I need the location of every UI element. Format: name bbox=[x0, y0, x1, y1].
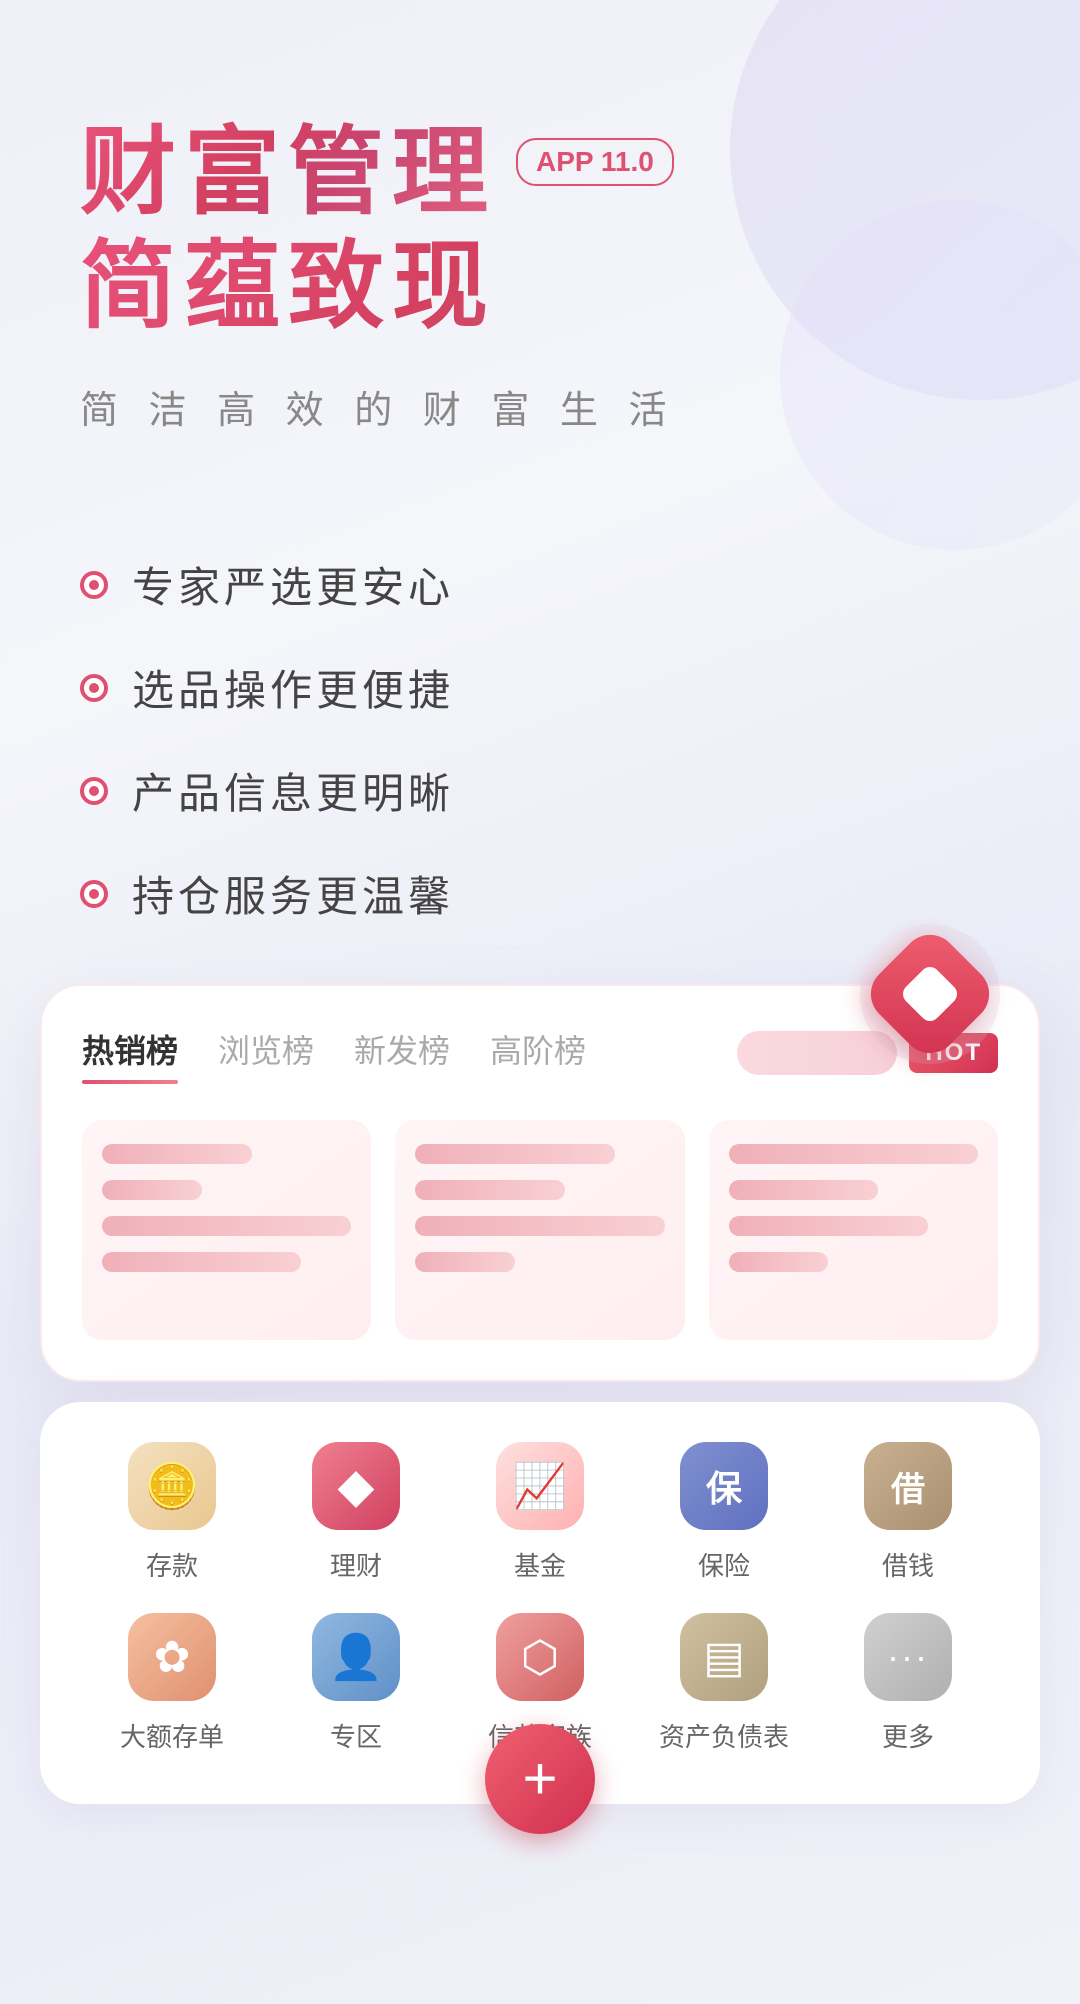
pc-bar-1d bbox=[102, 1252, 301, 1272]
feature-dot-2 bbox=[80, 674, 108, 702]
finance-icon: ◆ bbox=[312, 1442, 400, 1530]
deposit-label: 存款 bbox=[146, 1546, 198, 1583]
features-section: 专家严选更安心 选品操作更便捷 产品信息更明晰 持仓服务更温馨 bbox=[0, 554, 1080, 924]
feature-item-2: 选品操作更便捷 bbox=[80, 657, 1000, 718]
icon-item-loan[interactable]: 借 借钱 bbox=[826, 1442, 990, 1583]
app-version-badge: APP 11.0 bbox=[516, 138, 674, 186]
more-icon: ··· bbox=[864, 1613, 952, 1701]
insurance-icon: 保 bbox=[680, 1442, 768, 1530]
pc-bar-3b bbox=[729, 1180, 879, 1200]
diamond-inner bbox=[899, 963, 961, 1025]
pc-bar-1b bbox=[102, 1180, 202, 1200]
floating-diamond-icon bbox=[860, 924, 1000, 1064]
icon-item-large-deposit[interactable]: ✿ 大额存单 bbox=[90, 1613, 254, 1754]
tagline: 简 洁 高 效 的 财 富 生 活 bbox=[80, 379, 1000, 434]
loan-label: 借钱 bbox=[882, 1546, 934, 1583]
feature-item-1: 专家严选更安心 bbox=[80, 554, 1000, 615]
pc-bar-1a bbox=[102, 1144, 252, 1164]
feature-text-3: 产品信息更明晰 bbox=[132, 760, 454, 821]
feature-dot-4 bbox=[80, 880, 108, 908]
icon-item-finance[interactable]: ◆ 理财 bbox=[274, 1442, 438, 1583]
tab-browse[interactable]: 浏览榜 bbox=[218, 1026, 314, 1080]
search-bar-mock bbox=[737, 1031, 897, 1075]
asset-label: 资产负债表 bbox=[659, 1717, 789, 1754]
loan-icon: 借 bbox=[864, 1442, 952, 1530]
asset-icon: ▤ bbox=[680, 1613, 768, 1701]
tab-new[interactable]: 新发榜 bbox=[354, 1026, 450, 1080]
pc-bar-2d bbox=[415, 1252, 515, 1272]
special-icon: 👤 bbox=[312, 1613, 400, 1701]
tab-hot-sales[interactable]: 热销榜 bbox=[82, 1026, 178, 1080]
large-deposit-icon: ✿ bbox=[128, 1613, 216, 1701]
product-card-1[interactable] bbox=[82, 1120, 371, 1340]
product-card-2[interactable] bbox=[395, 1120, 684, 1340]
main-title-line1: 财富管理 bbox=[80, 120, 496, 226]
tabs-row: 热销榜 浏览榜 新发榜 高阶榜 HOT bbox=[82, 1026, 998, 1080]
deposit-icon: 🪙 bbox=[128, 1442, 216, 1530]
bottom-icons-card: 🪙 存款 ◆ 理财 📈 基金 保 保险 bbox=[40, 1402, 1040, 1804]
icon-item-more[interactable]: ··· 更多 bbox=[826, 1613, 990, 1754]
mockup-section: 热销榜 浏览榜 新发榜 高阶榜 HOT bbox=[0, 984, 1080, 1804]
feature-dot-1 bbox=[80, 571, 108, 599]
feature-item-4: 持仓服务更温馨 bbox=[80, 863, 1000, 924]
more-label: 更多 bbox=[882, 1717, 934, 1754]
tab-advanced[interactable]: 高阶榜 bbox=[490, 1026, 586, 1080]
feature-dot-3 bbox=[80, 777, 108, 805]
fund-icon: 📈 bbox=[496, 1442, 584, 1530]
products-grid bbox=[82, 1120, 998, 1340]
icons-grid: 🪙 存款 ◆ 理财 📈 基金 保 保险 bbox=[90, 1442, 990, 1754]
feature-item-3: 产品信息更明晰 bbox=[80, 760, 1000, 821]
icon-item-special[interactable]: 👤 专区 bbox=[274, 1613, 438, 1754]
product-card-3[interactable] bbox=[709, 1120, 998, 1340]
special-label: 专区 bbox=[330, 1717, 382, 1754]
floating-add-button[interactable]: + bbox=[485, 1724, 595, 1834]
large-deposit-label: 大额存单 bbox=[120, 1717, 224, 1754]
fund-label: 基金 bbox=[514, 1546, 566, 1583]
feature-text-4: 持仓服务更温馨 bbox=[132, 863, 454, 924]
pc-bar-3c bbox=[729, 1216, 928, 1236]
feature-text-2: 选品操作更便捷 bbox=[132, 657, 454, 718]
feature-text-1: 专家严选更安心 bbox=[132, 554, 454, 615]
pc-bar-3a bbox=[729, 1144, 978, 1164]
pc-bar-3d bbox=[729, 1252, 829, 1272]
hero-section: 财富管理 APP 11.0 简蕴致现 简 洁 高 效 的 财 富 生 活 bbox=[0, 0, 1080, 554]
title-row: 财富管理 APP 11.0 bbox=[80, 120, 1000, 226]
plus-icon: + bbox=[522, 1749, 557, 1809]
pc-bar-2c bbox=[415, 1216, 664, 1236]
pc-bar-2b bbox=[415, 1180, 565, 1200]
pc-bar-1c bbox=[102, 1216, 351, 1236]
main-title-line2: 简蕴致现 bbox=[80, 234, 1000, 340]
finance-label: 理财 bbox=[330, 1546, 382, 1583]
icon-item-asset[interactable]: ▤ 资产负债表 bbox=[642, 1613, 806, 1754]
insurance-label: 保险 bbox=[698, 1546, 750, 1583]
xin-icon: ⬡ bbox=[496, 1613, 584, 1701]
pc-bar-2a bbox=[415, 1144, 614, 1164]
icon-item-insurance[interactable]: 保 保险 bbox=[642, 1442, 806, 1583]
icon-item-fund[interactable]: 📈 基金 bbox=[458, 1442, 622, 1583]
icon-item-deposit[interactable]: 🪙 存款 bbox=[90, 1442, 254, 1583]
